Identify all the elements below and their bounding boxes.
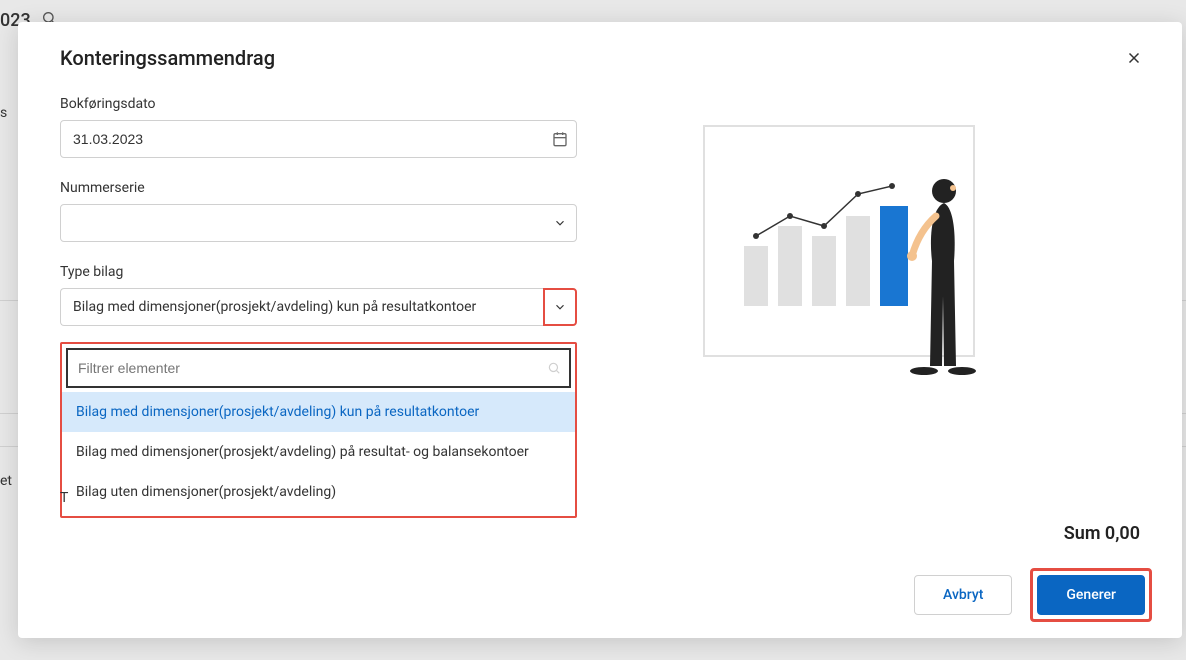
voucher-type-value[interactable]: Bilag med dimensjoner(prosjekt/avdeling)… <box>60 288 543 326</box>
close-button[interactable] <box>1122 46 1146 70</box>
booking-date-input[interactable] <box>61 131 544 147</box>
number-series-select[interactable] <box>60 204 577 242</box>
backdrop-row-label: s <box>0 105 7 121</box>
modal-actions: Avbryt Generer <box>914 568 1152 622</box>
voucher-type-dropdown: Bilag med dimensjoner(prosjekt/avdeling)… <box>60 342 577 518</box>
illustration-column <box>577 96 1140 638</box>
voucher-type-group: Type bilag Bilag med dimensjoner(prosjek… <box>60 264 577 518</box>
voucher-type-select[interactable]: Bilag med dimensjoner(prosjekt/avdeling)… <box>60 288 577 326</box>
booking-date-input-wrap[interactable] <box>60 120 577 158</box>
modal-title: Konteringssammendrag <box>60 46 275 70</box>
modal: Konteringssammendrag Bokføringsdato <box>18 22 1182 638</box>
modal-body: Bokføringsdato Nummerserie <box>18 78 1182 638</box>
truncated-label: T <box>60 490 68 506</box>
chart-illustration <box>694 116 1024 396</box>
generate-button-highlight: Generer <box>1030 568 1152 622</box>
sum-label: Sum 0,00 <box>1064 523 1140 544</box>
booking-date-label: Bokføringsdato <box>60 96 577 112</box>
dropdown-list: Bilag med dimensjoner(prosjekt/avdeling)… <box>62 392 575 516</box>
dropdown-option[interactable]: Bilag med dimensjoner(prosjekt/avdeling)… <box>62 432 575 472</box>
booking-date-group: Bokføringsdato <box>60 96 577 158</box>
number-series-label: Nummerserie <box>60 180 577 196</box>
generate-button[interactable]: Generer <box>1037 575 1145 615</box>
calendar-icon[interactable] <box>544 131 576 147</box>
cancel-button[interactable]: Avbryt <box>914 575 1012 615</box>
dropdown-option[interactable]: Bilag med dimensjoner(prosjekt/avdeling)… <box>62 392 575 432</box>
number-series-group: Nummerserie <box>60 180 577 242</box>
dropdown-option[interactable]: Bilag uten dimensjoner(prosjekt/avdeling… <box>62 472 575 512</box>
modal-header: Konteringssammendrag <box>18 22 1182 78</box>
search-icon <box>539 361 569 375</box>
chevron-down-icon[interactable] <box>544 216 576 230</box>
voucher-type-label: Type bilag <box>60 264 577 280</box>
dropdown-filter-wrap[interactable] <box>66 348 571 388</box>
backdrop-row-label2: et <box>0 473 12 489</box>
number-series-input[interactable] <box>61 215 544 231</box>
form-column: Bokføringsdato Nummerserie <box>60 96 577 638</box>
dropdown-filter-input[interactable] <box>68 360 539 376</box>
voucher-type-toggle[interactable] <box>543 288 577 326</box>
